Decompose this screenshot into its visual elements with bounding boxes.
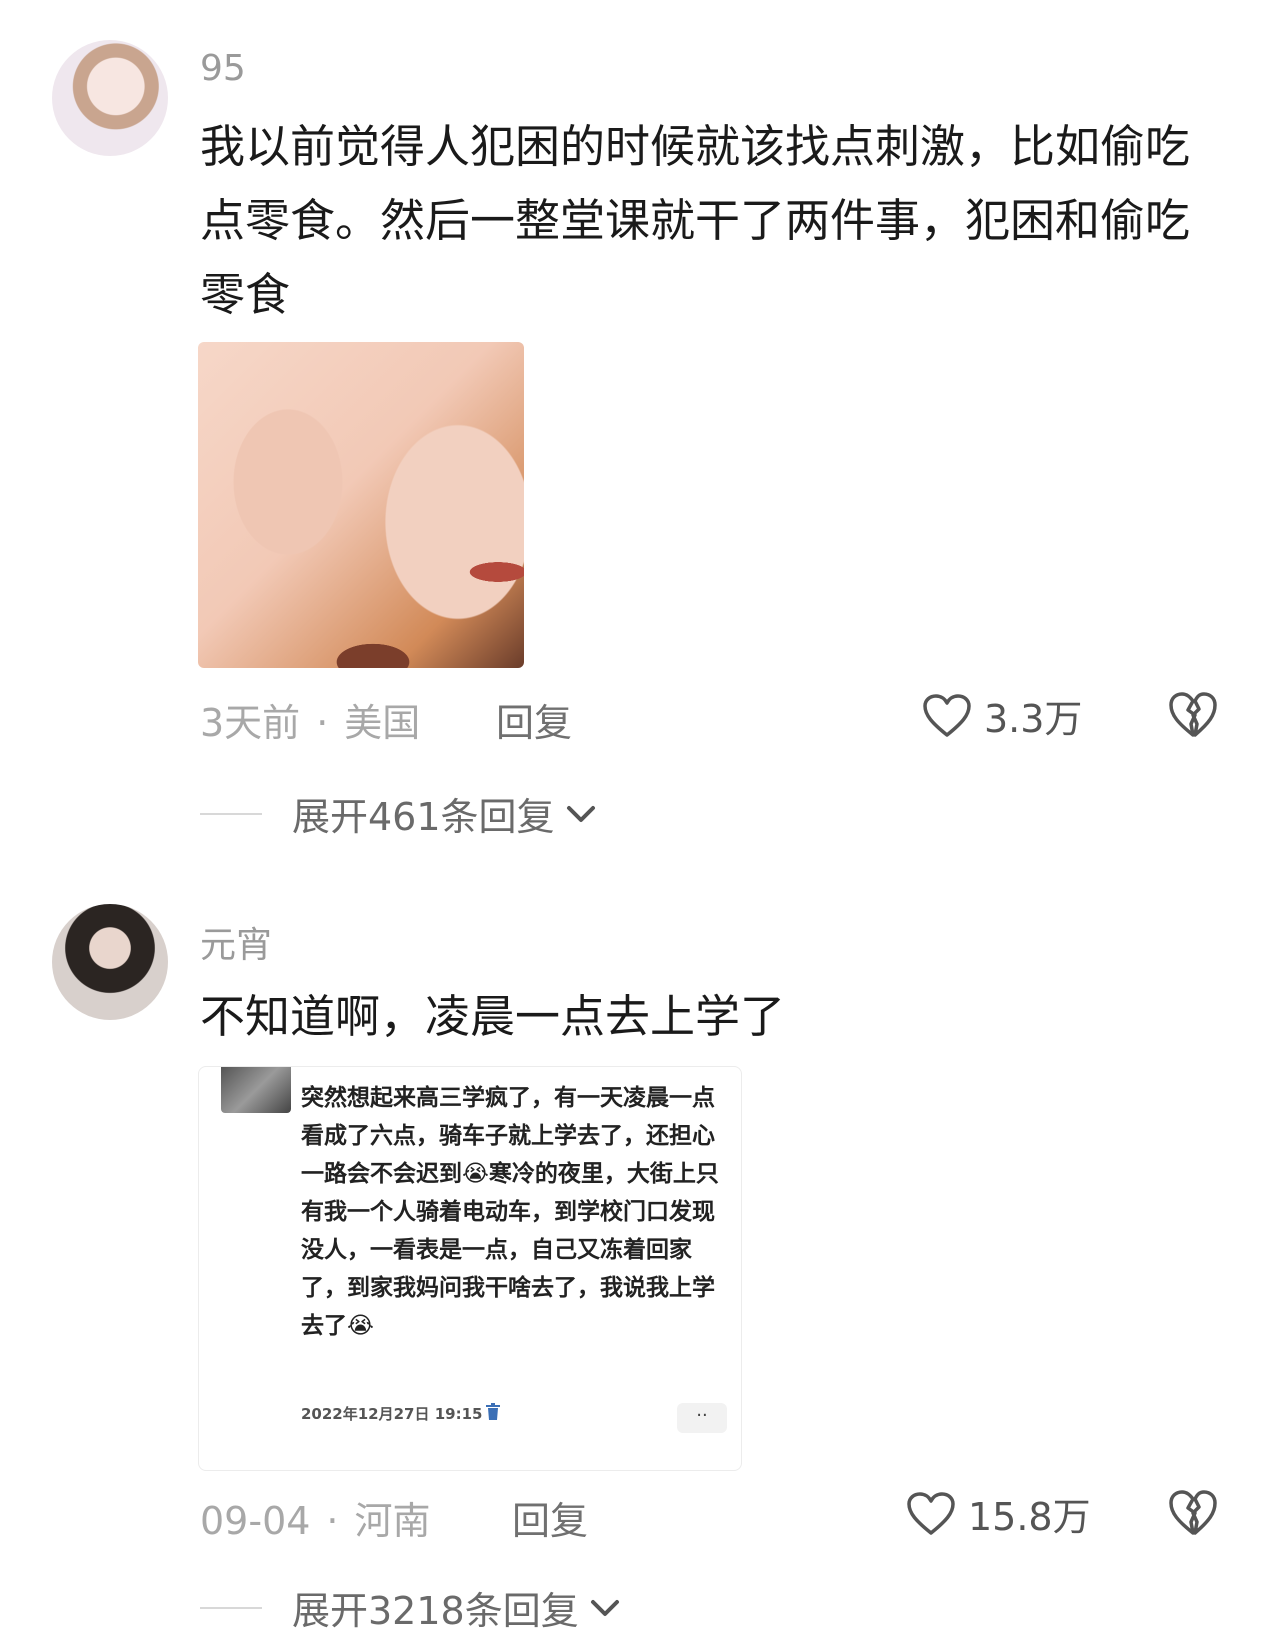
- embedded-avatar: [221, 1067, 291, 1113]
- like-button[interactable]: 3.3万: [922, 688, 1082, 743]
- divider-line: [200, 812, 262, 815]
- avatar[interactable]: [52, 40, 168, 156]
- location: 美国: [344, 701, 421, 745]
- embedded-more-button: ··: [677, 1403, 727, 1433]
- like-count: 3.3万: [984, 697, 1083, 741]
- comment-text: 不知道啊，凌晨一点去上学了: [200, 990, 786, 1043]
- comment-image[interactable]: [198, 342, 524, 668]
- timestamp: 3天前: [200, 701, 301, 745]
- reply-button[interactable]: 回复: [512, 1490, 588, 1545]
- embedded-post-date: 2022年12月27日 19:15: [301, 1405, 483, 1423]
- separator-dot: ·: [326, 1499, 339, 1543]
- embedded-post-text: 突然想起来高三学疯了，有一天凌晨一点看成了六点，骑车子就上学去了，还担心一路会不…: [301, 1085, 719, 1339]
- timestamp: 09-04: [200, 1499, 311, 1543]
- username[interactable]: 95: [200, 48, 246, 89]
- chevron-down-icon: [566, 805, 595, 822]
- broken-heart-icon[interactable]: [1166, 688, 1220, 742]
- heart-outline-icon: [923, 693, 971, 737]
- like-button[interactable]: 15.8万: [906, 1486, 1091, 1541]
- heart-outline-icon: [907, 1491, 955, 1535]
- comment-item: 元宵 不知道啊，凌晨一点去上学了 突然想起来高三学疯了，有一天凌晨一点看成了六点…: [0, 880, 1280, 1646]
- trash-icon: [486, 1403, 500, 1420]
- comment-item: 95 我以前觉得人犯困的时候就该找点刺激，比如偷吃点零食。然后一整堂课就干了两件…: [0, 0, 1280, 839]
- expand-replies-button[interactable]: 展开3218条回复: [200, 1580, 623, 1635]
- username[interactable]: 元宵: [200, 916, 272, 968]
- avatar[interactable]: [52, 904, 168, 1020]
- expand-replies-label: 展开3218条回复: [292, 1589, 579, 1633]
- reply-button[interactable]: 回复: [496, 692, 572, 747]
- comment-text: 我以前觉得人犯困的时候就该找点刺激，比如偷吃点零食。然后一整堂课就干了两件事，犯…: [200, 120, 1191, 321]
- broken-heart-icon[interactable]: [1166, 1486, 1220, 1540]
- comment-image[interactable]: 突然想起来高三学疯了，有一天凌晨一点看成了六点，骑车子就上学去了，还担心一路会不…: [198, 1066, 742, 1471]
- expand-replies-button[interactable]: 展开461条回复: [200, 786, 599, 841]
- separator-dot: ·: [316, 701, 329, 745]
- chevron-down-icon: [590, 1599, 619, 1616]
- location: 河南: [354, 1499, 431, 1543]
- expand-replies-label: 展开461条回复: [292, 795, 555, 839]
- like-count: 15.8万: [968, 1495, 1091, 1539]
- comment-meta: 09-04 · 河南: [200, 1490, 431, 1545]
- comment-meta: 3天前 · 美国: [200, 692, 420, 747]
- divider-line: [200, 1606, 262, 1609]
